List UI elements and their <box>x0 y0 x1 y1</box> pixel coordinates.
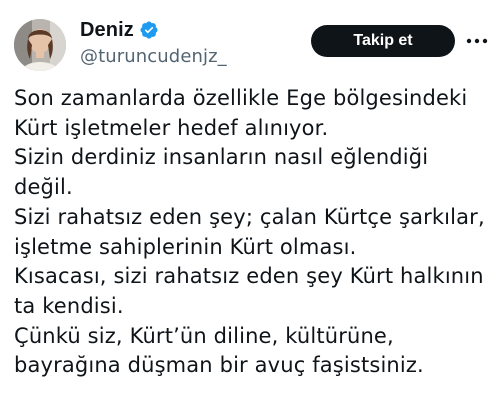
follow-button[interactable]: Takip et <box>311 25 455 57</box>
tweet-line: bayrağına düşman bir avuç faşistsiniz. <box>14 353 424 378</box>
author-info[interactable]: Deniz @turuncudenjz_ <box>80 17 227 68</box>
display-name[interactable]: Deniz <box>80 19 134 42</box>
user-handle[interactable]: @turuncudenjz_ <box>80 46 227 67</box>
tweet-line: değil. <box>14 175 73 200</box>
more-options-icon[interactable] <box>465 30 489 52</box>
tweet-line: işletme sahiplerinin Kürt olması. <box>14 234 357 259</box>
name-row: Deniz <box>80 17 227 43</box>
tweet-line: Kısacası, sizi rahatsız eden şey Kürt ha… <box>14 264 484 289</box>
tweet-line: Son zamanlarda özellikle Ege bölgesindek… <box>14 86 468 110</box>
tweet-text: Son zamanlarda özellikle Ege bölgesindek… <box>14 84 498 381</box>
tweet-card: Deniz @turuncudenjz_ Takip et Son zamanl… <box>0 0 500 401</box>
tweet-line: Çünkü siz, Kürt’ün diline, kültürüne, <box>14 323 394 348</box>
tweet-line: ta kendisi. <box>14 293 124 318</box>
profile-photo-icon <box>14 19 66 71</box>
verified-badge-icon <box>139 20 159 40</box>
tweet-line: Sizi rahatsız eden şey; çalan Kürtçe şar… <box>14 204 485 229</box>
tweet-line: Sizin derdiniz insanların nasıl eğlendiğ… <box>14 145 429 170</box>
avatar[interactable] <box>14 19 66 71</box>
tweet-line: Kürt işletmeler hedef alınıyor. <box>14 115 329 140</box>
